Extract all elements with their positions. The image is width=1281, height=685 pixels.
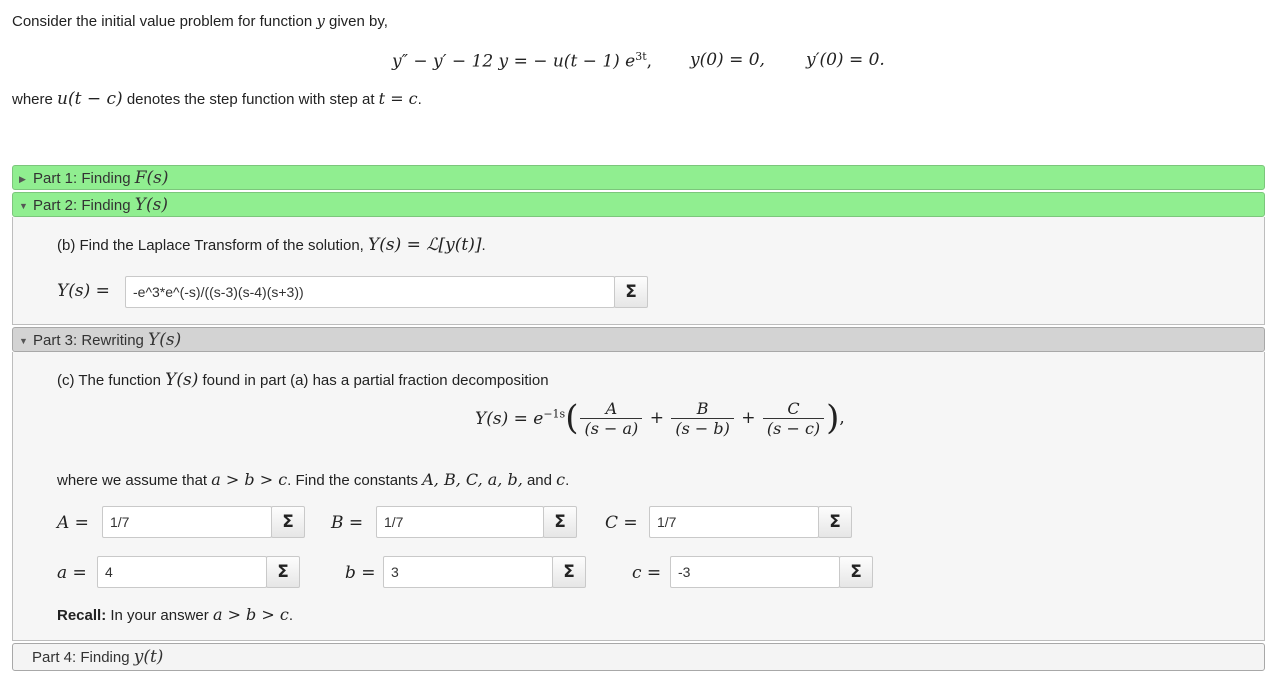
intro-end-text: given by, — [329, 13, 388, 30]
A-answer-input[interactable]: 1/7 — [102, 506, 272, 538]
part4-header[interactable]: Part 4: Finding y(t) — [12, 643, 1265, 671]
B-sigma-button[interactable]: Σ — [543, 506, 577, 538]
part2-header[interactable]: ▼ Part 2: Finding Y(s) — [12, 192, 1265, 217]
assumption-text: where we assume that a > b > c. Find the… — [57, 470, 570, 489]
b-label: b = — [345, 563, 376, 583]
part4-math: y(t) — [133, 647, 164, 667]
c-label: c = — [632, 563, 662, 583]
ys-sigma-button[interactable]: Σ — [614, 276, 648, 308]
initial-condition-2: y′(0) = 0. — [806, 50, 885, 70]
step-location-math: t = c — [378, 89, 418, 108]
recall-note: Recall: In your answer a > b > c. — [57, 605, 294, 624]
C-sigma-button[interactable]: Σ — [818, 506, 852, 538]
where-line: where u(t − c) denotes the step function… — [12, 89, 422, 109]
part2-label: Part 2: Finding — [33, 197, 131, 214]
ys-label: Y(s) = — [57, 281, 110, 301]
part3-label: Part 3: Rewriting — [33, 332, 144, 349]
collapse-triangle-icon: ▼ — [19, 201, 28, 211]
b-sigma-button[interactable]: Σ — [552, 556, 586, 588]
a-label: a = — [57, 563, 87, 583]
intro-text: Consider the initial value problem for f… — [12, 13, 313, 30]
part3-header[interactable]: ▼ Part 3: Rewriting Y(s) — [12, 327, 1265, 352]
fraction-a: A (s − a) — [580, 399, 643, 438]
expand-triangle-icon: ▶ — [19, 174, 26, 184]
part3-question: (c) The function Y(s) found in part (a) … — [57, 370, 549, 390]
fraction-b: B (s − b) — [671, 399, 734, 438]
intro-var: y — [316, 12, 325, 30]
part4-label: Part 4: Finding — [32, 649, 130, 666]
C-label: C = — [605, 513, 638, 533]
part1-math: F(s) — [134, 168, 169, 188]
collapse-triangle-icon: ▼ — [19, 336, 28, 346]
part3-body: (c) The function Y(s) found in part (a) … — [12, 352, 1265, 641]
C-answer-input[interactable]: 1/7 — [649, 506, 819, 538]
fraction-c: C (s − c) — [762, 399, 825, 438]
laplace-math: Y(s) = ℒ[y(t)] — [368, 235, 482, 255]
step-function-math: u(t − c) — [57, 89, 123, 109]
B-answer-input[interactable]: 1/7 — [376, 506, 544, 538]
A-label: A = — [57, 513, 89, 533]
problem-intro: Consider the initial value problem for f… — [12, 12, 388, 30]
c-answer-input[interactable]: -3 — [670, 556, 840, 588]
A-sigma-button[interactable]: Σ — [271, 506, 305, 538]
part2-math: Y(s) — [134, 195, 168, 215]
decomposition-equation: Y(s) = e−1s(A (s − a) + B (s − b) + C (s − … — [475, 398, 845, 438]
a-answer-input[interactable]: 4 — [97, 556, 267, 588]
initial-condition-1: y(0) = 0, — [690, 50, 765, 70]
part2-question: (b) Find the Laplace Transform of the so… — [57, 235, 486, 255]
part1-label: Part 1: Finding — [33, 170, 131, 187]
part2-body: (b) Find the Laplace Transform of the so… — [12, 217, 1265, 325]
b-answer-input[interactable]: 3 — [383, 556, 553, 588]
B-label: B = — [331, 513, 364, 533]
part3-math: Y(s) — [148, 330, 182, 350]
ode-equation: y″ − y′ − 12 y = − u(t − 1) e3t, — [392, 50, 653, 72]
a-sigma-button[interactable]: Σ — [266, 556, 300, 588]
part1-header[interactable]: ▶ Part 1: Finding F(s) — [12, 165, 1265, 190]
c-sigma-button[interactable]: Σ — [839, 556, 873, 588]
ys-answer-input[interactable]: -e^3*e^(-s)/((s-3)(s-4)(s+3)) — [125, 276, 615, 308]
